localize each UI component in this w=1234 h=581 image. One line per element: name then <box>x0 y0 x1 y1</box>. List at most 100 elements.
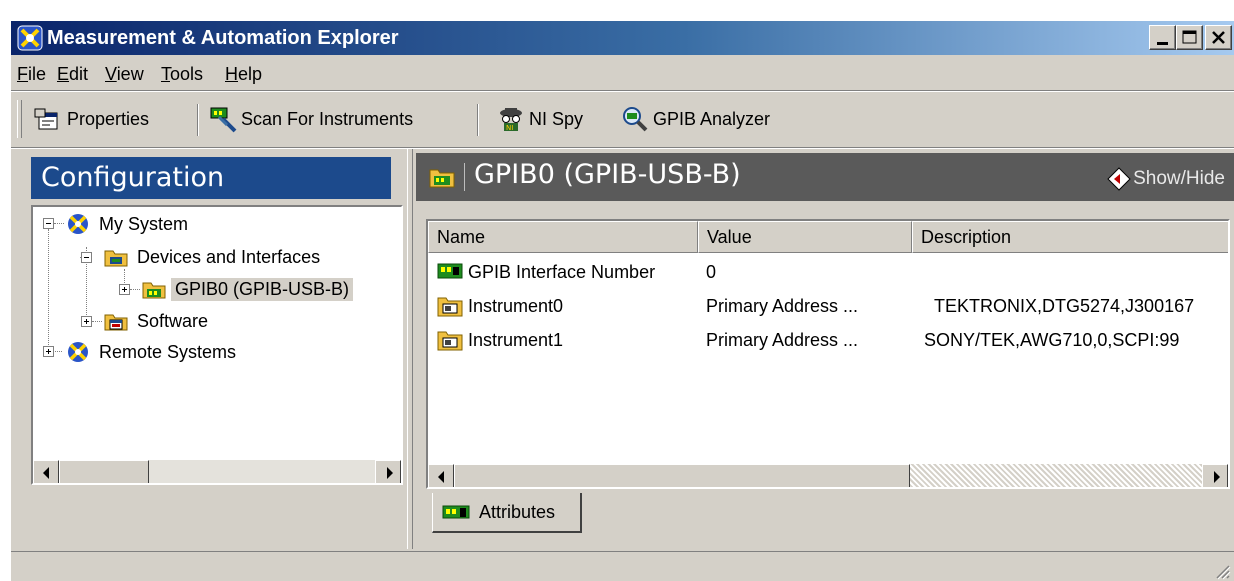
ni-spy-icon: NI <box>495 105 527 133</box>
show-hide-label: Show/Hide <box>1133 168 1225 189</box>
menu-help-label: elp <box>238 64 263 84</box>
scroll-left-button[interactable] <box>428 464 454 487</box>
tree-line <box>92 321 102 322</box>
tree-item-remote-systems[interactable]: Remote Systems <box>65 337 240 367</box>
row-name: GPIB Interface Number <box>468 262 656 282</box>
show-hide-icon <box>1107 167 1131 191</box>
maximize-button[interactable] <box>1176 25 1203 50</box>
tree-line <box>48 229 49 351</box>
instrument-icon <box>436 294 466 318</box>
configuration-header: Configuration <box>31 157 391 199</box>
close-button[interactable] <box>1205 25 1232 50</box>
expand-toggle[interactable] <box>43 346 54 357</box>
tree-item-devices-and-interfaces[interactable]: Devices and Interfaces <box>103 242 324 272</box>
row-name: Instrument0 <box>468 296 564 316</box>
ni-spy-label: NI Spy <box>529 108 584 129</box>
expand-toggle[interactable] <box>81 316 92 327</box>
menu-tools[interactable]: Tools <box>161 64 203 85</box>
menu-view-label: iew <box>116 64 144 84</box>
configuration-tree[interactable]: My System Devices and Interfaces GPIB0 (… <box>31 205 403 485</box>
tab-attributes[interactable]: Attributes <box>432 493 582 533</box>
tree-line <box>54 223 64 224</box>
menu-help[interactable]: Help <box>225 64 262 85</box>
show-hide-button[interactable]: Show/Hide <box>1107 167 1225 191</box>
row-value: Primary Address ... <box>706 296 859 316</box>
column-header-name[interactable]: Name <box>428 221 698 253</box>
tree-item-label: My System <box>99 213 189 234</box>
row-description: SONY/TEK,AWG710,0,SCPI:99 <box>924 330 1180 350</box>
resize-grip-icon[interactable] <box>1211 560 1231 580</box>
globe-icon <box>65 213 91 235</box>
menu-edit-accel: E <box>57 64 70 84</box>
row-description: TEKTRONIX,DTG5274,J300167 <box>934 296 1195 316</box>
scrollbar-thumb[interactable] <box>454 464 910 487</box>
properties-button[interactable]: Properties <box>33 104 149 134</box>
tree-item-label: GPIB0 (GPIB-USB-B) <box>171 277 354 301</box>
column-header-description[interactable]: Description <box>912 221 1228 253</box>
gpib-card-icon <box>428 165 456 189</box>
row-value: Primary Address ... <box>706 330 859 350</box>
scan-instruments-icon <box>207 105 239 133</box>
arrow-right-icon <box>1214 471 1220 483</box>
folder-icon <box>103 246 129 268</box>
scan-for-instruments-button[interactable]: Scan For Instruments <box>207 104 413 134</box>
minimize-button[interactable] <box>1149 25 1176 50</box>
globe-icon <box>65 341 91 363</box>
toolbar-separator <box>197 104 199 136</box>
tree-item-label: Devices and Interfaces <box>137 246 321 267</box>
ni-spy-button[interactable]: NI NI Spy <box>495 104 583 134</box>
expand-toggle[interactable] <box>119 284 130 295</box>
tab-strip: Attributes <box>416 489 1234 549</box>
pane-splitter[interactable] <box>407 149 413 549</box>
tree-item-label: Remote Systems <box>99 341 237 362</box>
status-bar <box>11 551 1234 581</box>
toolbar-bottom-separator <box>11 147 1234 149</box>
configuration-panel: Configuration My System Devices and Inte… <box>27 153 409 543</box>
application-window: Measurement & Automation Explorer File E… <box>10 20 1234 581</box>
close-icon <box>1212 31 1225 44</box>
menu-help-accel: H <box>225 64 238 84</box>
table-row[interactable]: Instrument1 Primary Address ... SONY/TEK… <box>428 325 1228 355</box>
instrument-icon <box>436 328 466 352</box>
toolbar: Properties Scan For Instruments NI NI Sp… <box>11 92 1234 146</box>
minimize-icon <box>1157 42 1168 45</box>
column-header-value[interactable]: Value <box>698 221 912 253</box>
collapse-toggle[interactable] <box>43 218 54 229</box>
scroll-right-button[interactable] <box>375 460 401 483</box>
tree-item-my-system[interactable]: My System <box>65 209 192 239</box>
gpib-card-icon <box>441 500 475 524</box>
tree-item-software[interactable]: Software <box>103 306 212 336</box>
scan-for-instruments-label: Scan For Instruments <box>241 108 414 129</box>
scroll-left-button[interactable] <box>33 460 59 483</box>
gpib-card-icon <box>141 278 167 300</box>
tree-line <box>130 289 140 290</box>
tree-item-gpib0[interactable]: GPIB0 (GPIB-USB-B) <box>141 274 354 304</box>
collapse-toggle[interactable] <box>81 252 92 263</box>
list-horizontal-scrollbar[interactable] <box>428 463 1228 487</box>
scrollbar-thumb[interactable] <box>59 460 149 483</box>
title-bar[interactable]: Measurement & Automation Explorer <box>11 21 1234 55</box>
table-row[interactable]: GPIB Interface Number 0 <box>428 257 1228 287</box>
table-row[interactable]: Instrument0 Primary Address ... TEKTRONI… <box>428 291 1228 321</box>
maximize-icon <box>1182 30 1197 44</box>
properties-icon <box>33 105 65 133</box>
menu-tools-accel: T <box>161 64 170 84</box>
menu-view[interactable]: View <box>105 64 144 85</box>
arrow-left-icon <box>43 467 49 479</box>
menu-edit[interactable]: Edit <box>57 64 88 85</box>
menu-view-accel: V <box>105 64 117 84</box>
max-icon <box>17 25 43 51</box>
tree-horizontal-scrollbar[interactable] <box>33 459 401 483</box>
scroll-right-button[interactable] <box>1202 464 1228 487</box>
svg-text:NI: NI <box>506 124 513 132</box>
menu-file[interactable]: File <box>17 64 46 85</box>
toolbar-grip[interactable] <box>17 100 22 138</box>
arrow-left-icon <box>438 471 444 483</box>
header-separator <box>464 163 465 191</box>
detail-header: GPIB0 (GPIB-USB-B) Show/Hide <box>416 153 1234 201</box>
gpib-analyzer-button[interactable]: GPIB Analyzer <box>619 104 770 134</box>
attributes-list[interactable]: Name Value Description GPIB Interface Nu… <box>426 219 1230 489</box>
properties-label: Properties <box>67 108 150 129</box>
toolbar-separator <box>477 104 479 136</box>
menu-file-accel: F <box>17 64 28 84</box>
